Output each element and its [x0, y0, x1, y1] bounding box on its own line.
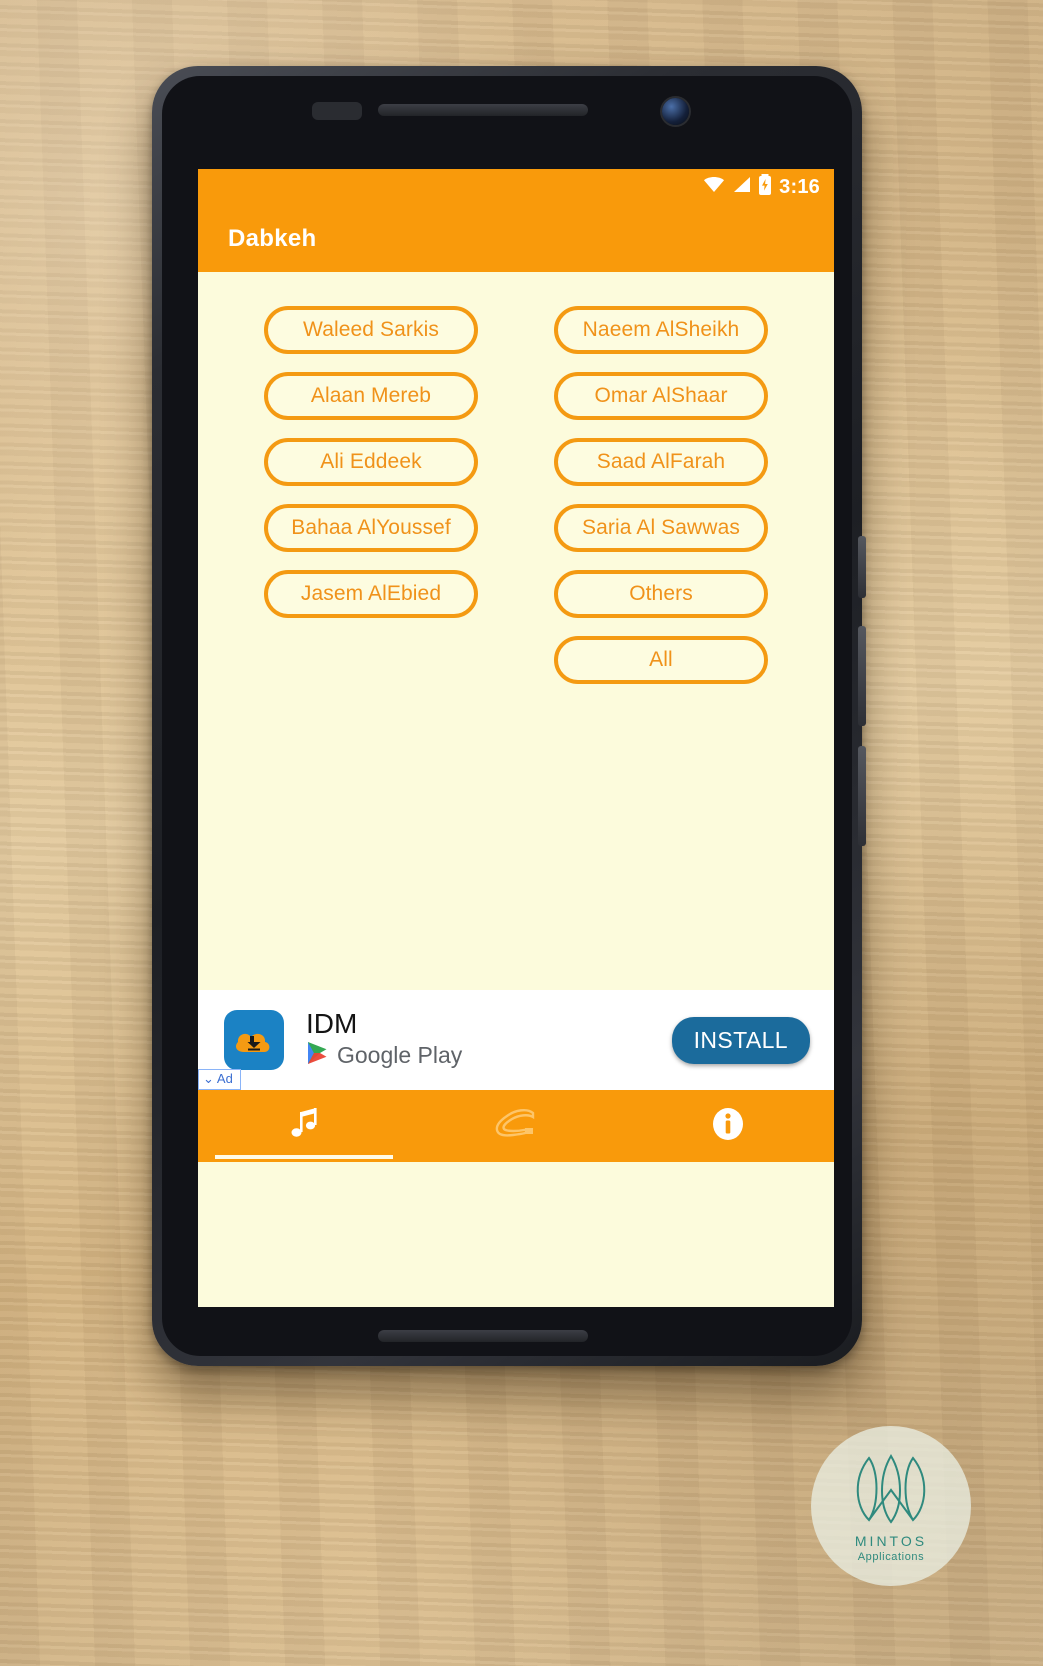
artist-button-bahaa-alyoussef[interactable]: Bahaa AlYoussef [264, 504, 478, 552]
artist-column-right: Naeem AlSheikh Omar AlShaar Saad AlFarah… [554, 306, 768, 684]
artist-column-left: Waleed Sarkis Alaan Mereb Ali Eddeek Bah… [264, 306, 478, 618]
power-button[interactable] [858, 536, 866, 598]
ad-badge-label: Ad [216, 1071, 233, 1087]
ad-banner[interactable]: IDM Google Play INSTALL ⌄ Ad [198, 990, 834, 1090]
signal-icon [732, 176, 751, 199]
music-note-icon [284, 1104, 324, 1149]
artist-button-alaan-mereb[interactable]: Alaan Mereb [264, 372, 478, 420]
earpiece-grill [312, 102, 362, 120]
artist-button-all[interactable]: All [554, 636, 768, 684]
app-bar: Dabkeh [198, 205, 834, 272]
phone-hardware-top [162, 90, 852, 130]
chevron-down-icon: ⌄ [203, 1071, 214, 1087]
artist-button-waleed-sarkis[interactable]: Waleed Sarkis [264, 306, 478, 354]
nav-tab-dabkeh[interactable] [410, 1090, 622, 1162]
battery-charging-icon [758, 174, 772, 200]
wifi-icon [703, 176, 725, 199]
status-bar-clock: 3:16 [779, 175, 820, 198]
mintos-watermark-subtitle: Applications [857, 1550, 925, 1563]
app-title: Dabkeh [228, 224, 317, 252]
info-icon [709, 1105, 747, 1148]
ad-store-row: Google Play [306, 1041, 462, 1070]
idm-cloud-download-icon [224, 1010, 284, 1070]
artist-button-ali-eddeek[interactable]: Ali Eddeek [264, 438, 478, 486]
ad-app-name: IDM [306, 1008, 358, 1039]
mintos-watermark: MINTOS Applications [811, 1426, 971, 1586]
artist-button-grid: Waleed Sarkis Alaan Mereb Ali Eddeek Bah… [198, 306, 834, 684]
ad-install-button[interactable]: INSTALL [671, 1016, 810, 1064]
volume-down-button[interactable] [858, 746, 866, 846]
ad-text-block: IDM Google Play [306, 1010, 462, 1070]
artist-button-omar-alshaar[interactable]: Omar AlShaar [554, 372, 768, 420]
google-play-icon [306, 1041, 328, 1070]
main-content: Waleed Sarkis Alaan Mereb Ali Eddeek Bah… [198, 272, 834, 1090]
phone-screen: 3:16 Dabkeh Waleed Sarkis Alaan Mereb Al… [198, 169, 834, 1307]
mintos-watermark-name: MINTOS [854, 1532, 928, 1549]
ad-disclosure-badge[interactable]: ⌄ Ad [198, 1069, 241, 1090]
volume-up-button[interactable] [858, 626, 866, 726]
mintos-logo-icon [845, 1450, 937, 1531]
artist-button-saria-al-sawwas[interactable]: Saria Al Sawwas [554, 504, 768, 552]
artist-button-naeem-alsheikh[interactable]: Naeem AlSheikh [554, 306, 768, 354]
phone-device: 3:16 Dabkeh Waleed Sarkis Alaan Mereb Al… [152, 66, 866, 1366]
phone-bezel: 3:16 Dabkeh Waleed Sarkis Alaan Mereb Al… [162, 76, 852, 1356]
front-camera [662, 98, 689, 125]
nav-tab-info[interactable] [622, 1090, 834, 1162]
ad-store-name: Google Play [337, 1042, 463, 1068]
status-bar-right: 3:16 [703, 169, 820, 205]
artist-button-saad-alfarah[interactable]: Saad AlFarah [554, 438, 768, 486]
dabkeh-shoe-icon [493, 1107, 539, 1146]
nav-tab-music[interactable] [198, 1090, 410, 1162]
earpiece-speaker [378, 104, 588, 116]
bottom-speaker [378, 1330, 588, 1342]
status-bar: 3:16 [198, 169, 834, 205]
artist-button-jasem-alebied[interactable]: Jasem AlEbied [264, 570, 478, 618]
bottom-navigation [198, 1090, 834, 1162]
artist-button-others[interactable]: Others [554, 570, 768, 618]
